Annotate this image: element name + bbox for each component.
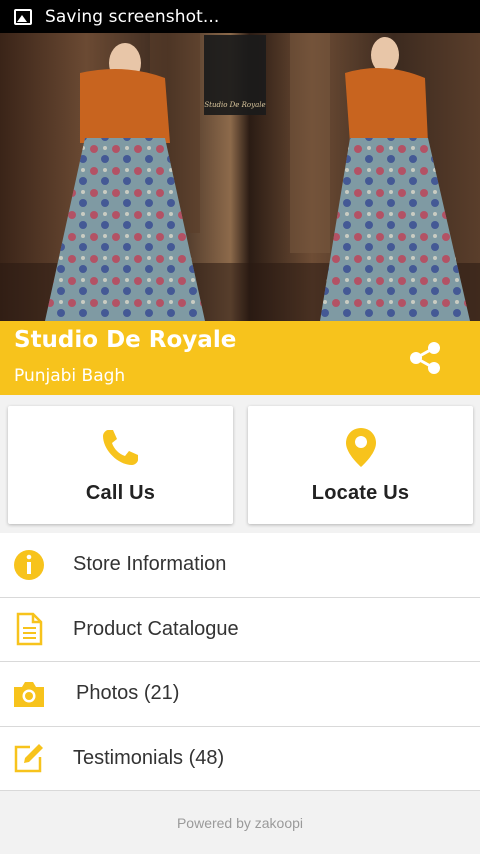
store-name: Studio De Royale bbox=[14, 327, 237, 353]
store-location: Punjabi Bagh bbox=[14, 366, 126, 386]
action-cards: Call Us Locate Us bbox=[0, 395, 480, 532]
share-icon[interactable] bbox=[408, 341, 442, 375]
info-icon bbox=[14, 549, 44, 580]
menu-item-label: Testimonials (48) bbox=[73, 746, 225, 769]
status-bar: Saving screenshot... bbox=[0, 0, 480, 33]
status-text: Saving screenshot... bbox=[45, 6, 220, 27]
call-us-button[interactable]: Call Us bbox=[8, 406, 233, 524]
locate-us-button[interactable]: Locate Us bbox=[248, 406, 473, 524]
menu-item-label: Store Information bbox=[73, 553, 227, 576]
menu-item-testimonials[interactable]: Testimonials (48) bbox=[0, 727, 480, 791]
locate-us-label: Locate Us bbox=[311, 482, 410, 504]
logo-text: Studio De Royale bbox=[204, 101, 266, 109]
store-header: Studio De Royale Punjabi Bagh bbox=[0, 321, 480, 395]
store-logo: Studio De Royale bbox=[204, 35, 266, 115]
document-icon bbox=[16, 613, 43, 646]
menu-item-product-catalogue[interactable]: Product Catalogue bbox=[0, 598, 480, 662]
phone-icon bbox=[102, 430, 138, 465]
menu-item-label: Photos (21) bbox=[76, 682, 180, 705]
image-icon bbox=[14, 8, 32, 25]
menu-item-label: Product Catalogue bbox=[73, 617, 239, 640]
menu-item-photos[interactable]: Photos (21) bbox=[0, 662, 480, 727]
store-banner-image[interactable]: Studio De Royale bbox=[0, 33, 480, 321]
menu-item-store-information[interactable]: Store Information bbox=[0, 533, 480, 598]
call-us-label: Call Us bbox=[85, 482, 156, 504]
camera-icon bbox=[14, 681, 44, 707]
edit-icon bbox=[14, 744, 43, 773]
store-menu: Store Information Product Catalogue Phot… bbox=[0, 533, 480, 791]
map-pin-icon bbox=[345, 428, 376, 467]
powered-by-footer: Powered by zakoopi bbox=[176, 815, 304, 831]
